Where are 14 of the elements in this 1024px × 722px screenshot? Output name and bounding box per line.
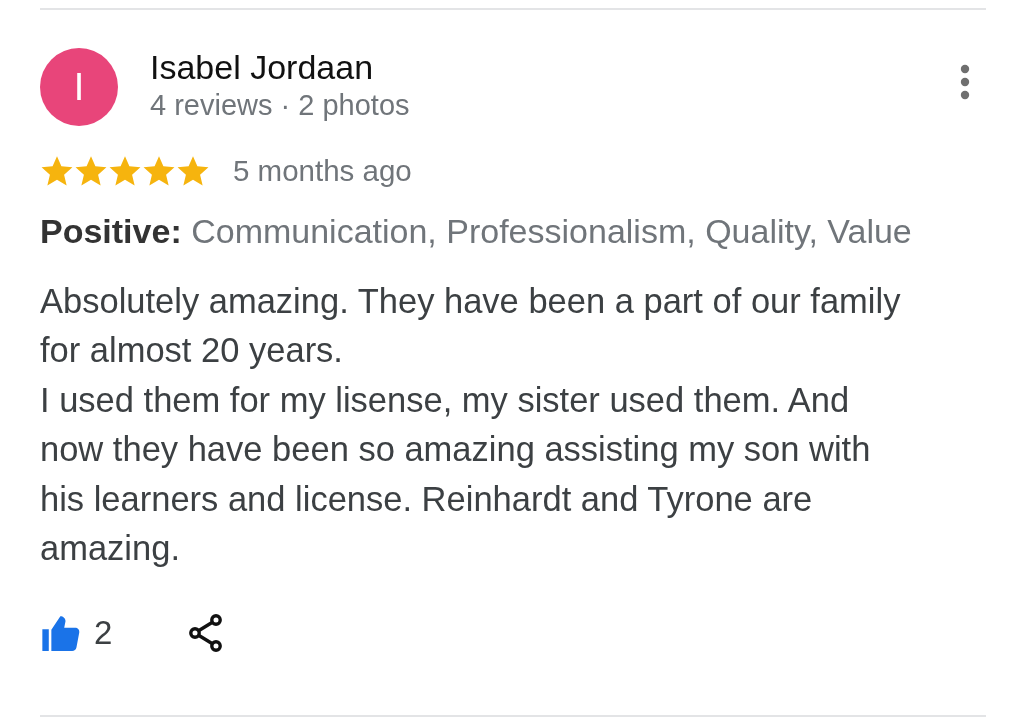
star-icon: [108, 154, 142, 188]
author-meta: 4 reviews · 2 photos: [150, 88, 410, 123]
review-time: 5 months ago: [233, 154, 412, 188]
review-text: Absolutely amazing. They have been a part of our family for almost 20 years. I used them for my lisense, my sister used them. And now they have been so amazing assisting my son with his learners and license. Reinhardt and Tyrone are amazing.: [40, 281, 902, 570]
more-options-icon[interactable]: [958, 64, 972, 100]
like-button[interactable]: 2: [40, 614, 113, 653]
star-icon: [40, 154, 74, 188]
author-name[interactable]: Isabel Jordaan: [150, 48, 410, 86]
share-icon[interactable]: [188, 614, 225, 653]
review-highlights: Positive: Communication, Professionalism, Quality, Value: [40, 211, 913, 251]
avatar: I: [40, 48, 118, 126]
star-icon: [74, 154, 108, 188]
star-icon: [176, 154, 210, 188]
star-icon: [142, 154, 176, 188]
